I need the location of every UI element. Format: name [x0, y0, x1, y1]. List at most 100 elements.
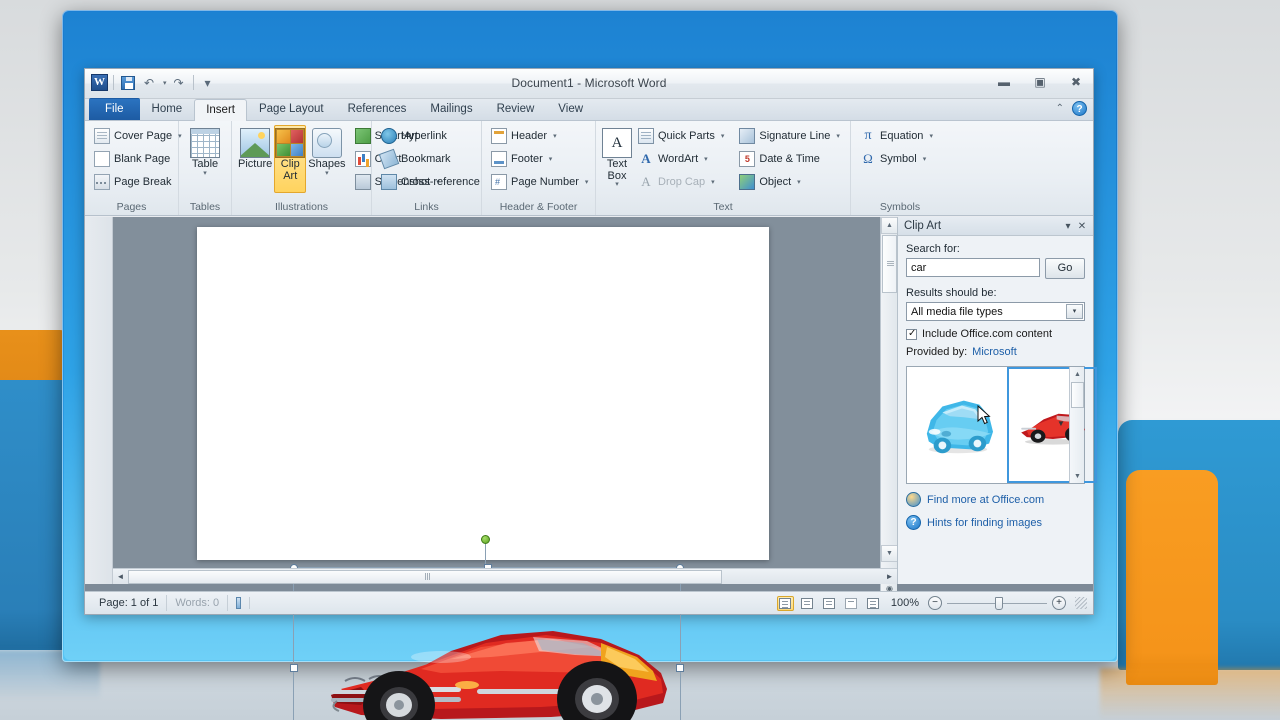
vertical-scroll-thumb[interactable]: [882, 235, 897, 293]
quick-parts-caret-icon: ▾: [720, 133, 725, 140]
result-item-blue-car[interactable]: [907, 367, 1007, 483]
footer-button[interactable]: Footer ▾: [487, 148, 594, 170]
ribbon-tab-row: File Home Insert Page Layout References …: [85, 98, 1093, 121]
object-button[interactable]: Object ▾: [735, 171, 845, 193]
zoom-in-button[interactable]: +: [1052, 596, 1066, 610]
include-office-content-checkbox[interactable]: Include Office.com content: [906, 328, 1085, 340]
cross-reference-button[interactable]: Cross-reference: [377, 171, 486, 193]
bookmark-icon: [378, 148, 400, 170]
date-time-button[interactable]: 5 Date & Time: [735, 148, 845, 170]
pane-menu-icon[interactable]: ▾: [1061, 221, 1075, 232]
scroll-up-button[interactable]: ▲: [881, 217, 898, 234]
status-bar: Page: 1 of 1 Words: 0 100% − +: [85, 591, 1093, 614]
text-box-button[interactable]: A Text Box ▾: [601, 125, 633, 193]
go-button[interactable]: Go: [1045, 258, 1085, 279]
tab-mailings[interactable]: Mailings: [418, 98, 484, 120]
help-icon[interactable]: ?: [1072, 101, 1087, 116]
shapes-caret-icon: ▾: [325, 169, 329, 177]
hyperlink-button[interactable]: Hyperlink: [377, 125, 486, 147]
results-scroll-up-icon[interactable]: ▲: [1070, 367, 1085, 381]
header-button[interactable]: Header ▾: [487, 125, 594, 147]
cover-page-label: Cover Page: [114, 130, 173, 142]
clip-art-results-list[interactable]: ▲ ▼ ▼: [906, 366, 1097, 484]
horizontal-scrollbar[interactable]: ◄ ►: [113, 568, 897, 584]
word-count[interactable]: Words: 0: [167, 595, 229, 611]
provided-by-value[interactable]: Microsoft: [972, 346, 1017, 358]
search-row: car Go: [906, 258, 1085, 279]
shapes-button[interactable]: Shapes ▾: [307, 125, 346, 193]
restore-button[interactable]: ▣: [1027, 73, 1053, 91]
signature-line-button[interactable]: Signature Line ▾: [735, 125, 845, 147]
quick-parts-label: Quick Parts: [658, 130, 715, 142]
chevron-down-icon[interactable]: ▾: [1066, 304, 1083, 319]
page-number-icon: [491, 174, 507, 190]
quick-parts-button[interactable]: Quick Parts ▾: [634, 125, 730, 147]
cover-page-button[interactable]: Cover Page ▾: [90, 125, 188, 147]
proofing-status-button[interactable]: [228, 597, 251, 609]
zoom-level[interactable]: 100%: [887, 597, 923, 609]
results-scroll-down-icon[interactable]: ▼: [1070, 469, 1085, 483]
wordart-caret-icon: ▾: [704, 156, 708, 163]
thumbnail-dropdown-icon[interactable]: ▼: [1055, 415, 1067, 431]
results-should-be-label: Results should be:: [906, 287, 997, 299]
results-scroll-thumb[interactable]: [1071, 382, 1084, 408]
close-button[interactable]: ✖: [1063, 73, 1089, 91]
hints-row[interactable]: ? Hints for finding images: [906, 515, 1085, 530]
zoom-slider[interactable]: [947, 596, 1047, 610]
group-label-links: Links: [414, 201, 439, 213]
minimize-button[interactable]: ▬: [991, 73, 1017, 91]
pane-close-icon[interactable]: ✕: [1075, 221, 1089, 232]
view-print-layout-button[interactable]: [776, 595, 794, 611]
table-button[interactable]: Table ▾: [184, 125, 226, 193]
hints-label[interactable]: Hints for finding images: [927, 517, 1042, 529]
view-web-layout-button[interactable]: [821, 596, 838, 611]
zoom-slider-thumb[interactable]: [995, 596, 1003, 610]
equation-caret-icon: ▾: [929, 133, 933, 140]
results-scrollbar[interactable]: ▲ ▼: [1069, 367, 1084, 483]
zoom-out-button[interactable]: −: [928, 596, 942, 610]
vertical-scrollbar[interactable]: ▲ ▼ ⇧ ◉ ⇩: [880, 217, 898, 614]
tab-references[interactable]: References: [336, 98, 419, 120]
document-canvas[interactable]: [113, 217, 897, 584]
wordart-button[interactable]: A WordArt ▾: [634, 148, 730, 170]
clip-art-pane-body: Search for: car Go Results should be: Al…: [898, 236, 1097, 530]
tab-insert[interactable]: Insert: [194, 99, 247, 121]
view-outline-button[interactable]: [843, 596, 860, 611]
links-column: Hyperlink Bookmark Cross-reference: [377, 125, 486, 193]
object-caret-icon: ▾: [797, 179, 801, 186]
handle-middle-right[interactable]: [676, 664, 684, 672]
picture-button[interactable]: Picture: [237, 125, 273, 193]
symbol-button[interactable]: Ω Symbol ▾: [856, 148, 939, 170]
scroll-down-button[interactable]: ▼: [881, 545, 898, 562]
resize-grip[interactable]: [1075, 597, 1087, 609]
media-type-select[interactable]: All media file types ▾: [906, 302, 1085, 321]
shapes-label: Shapes: [308, 158, 346, 170]
rotate-handle[interactable]: [481, 535, 490, 544]
header-label: Header: [511, 130, 548, 142]
find-more-label[interactable]: Find more at Office.com: [927, 494, 1044, 506]
document-page[interactable]: [197, 227, 769, 560]
horizontal-scroll-thumb[interactable]: [128, 569, 722, 584]
find-more-row[interactable]: Find more at Office.com: [906, 492, 1085, 507]
collapse-ribbon-icon[interactable]: ⌃: [1056, 103, 1064, 114]
tab-page-layout[interactable]: Page Layout: [247, 98, 336, 120]
tab-review[interactable]: Review: [485, 98, 547, 120]
include-office-content-label: Include Office.com content: [922, 328, 1053, 340]
page-break-button[interactable]: Page Break: [90, 171, 188, 193]
tab-home[interactable]: Home: [140, 98, 195, 120]
clip-art-button[interactable]: Clip Art: [274, 125, 307, 193]
blank-page-button[interactable]: Blank Page: [90, 148, 188, 170]
page-indicator[interactable]: Page: 1 of 1: [91, 595, 168, 611]
search-input[interactable]: car: [906, 258, 1040, 277]
view-draft-button[interactable]: [865, 596, 882, 611]
tab-file[interactable]: File: [89, 98, 140, 120]
handle-middle-left[interactable]: [290, 664, 298, 672]
view-full-screen-reading-button[interactable]: [799, 596, 816, 611]
equation-button[interactable]: π Equation ▾: [856, 125, 939, 147]
page-number-button[interactable]: Page Number ▾: [487, 171, 594, 193]
scroll-left-button[interactable]: ◄: [113, 570, 128, 584]
scroll-right-button[interactable]: ►: [882, 570, 897, 584]
bookmark-button[interactable]: Bookmark: [377, 148, 486, 170]
tab-view[interactable]: View: [546, 98, 595, 120]
drop-cap-button[interactable]: A Drop Cap ▾: [634, 171, 730, 193]
